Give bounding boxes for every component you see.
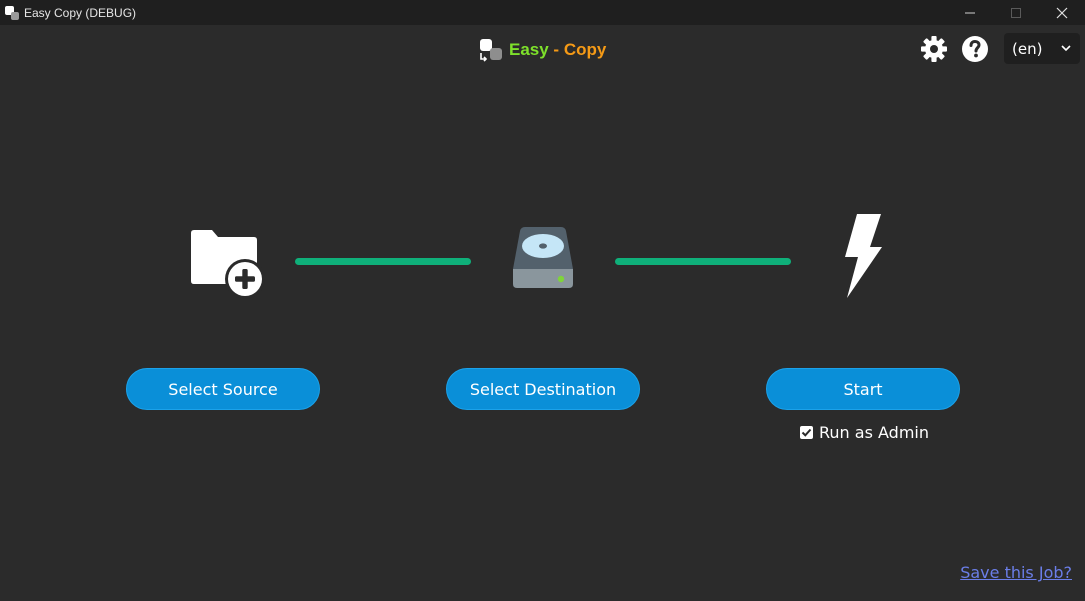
app-icon xyxy=(4,5,20,21)
language-value: (en) xyxy=(1012,39,1043,58)
maximize-button[interactable] xyxy=(993,0,1039,25)
help-icon xyxy=(962,36,988,62)
run-as-admin-checkbox[interactable] xyxy=(800,426,813,439)
select-destination-button[interactable]: Select Destination xyxy=(446,368,640,410)
hard-drive-icon xyxy=(513,227,573,288)
brand-logo: Easy - Copy xyxy=(477,36,606,64)
destination-step xyxy=(512,227,574,293)
minimize-button[interactable] xyxy=(947,0,993,25)
source-step xyxy=(188,229,266,305)
brand-separator: - xyxy=(548,40,564,59)
title-bar: Easy Copy (DEBUG) xyxy=(0,0,1085,25)
start-button[interactable]: Start xyxy=(766,368,960,410)
source-destination-connector xyxy=(295,258,471,265)
folder-add-icon xyxy=(191,230,265,299)
window-title: Easy Copy (DEBUG) xyxy=(24,5,137,20)
brand-easy-text: Easy xyxy=(509,40,549,59)
language-select[interactable]: (en) xyxy=(1004,33,1080,64)
destination-start-connector xyxy=(615,258,791,265)
copy-logo-icon xyxy=(480,39,502,62)
maximize-icon xyxy=(1011,7,1021,18)
chevron-down-icon xyxy=(1061,45,1071,52)
help-button[interactable] xyxy=(961,35,989,63)
run-as-admin-option[interactable]: Run as Admin xyxy=(800,423,929,442)
select-source-button[interactable]: Select Source xyxy=(126,368,320,410)
save-job-link[interactable]: Save this Job? xyxy=(960,563,1072,582)
settings-button[interactable] xyxy=(920,35,948,63)
close-icon xyxy=(1056,7,1068,18)
run-as-admin-label: Run as Admin xyxy=(819,423,929,442)
checkmark-icon xyxy=(801,428,812,437)
lightning-bolt-icon xyxy=(845,214,882,298)
brand-copy-text: Copy xyxy=(563,40,607,59)
app-window: Easy Copy (DEBUG) Easy - Copy (en) Selec… xyxy=(0,0,1085,601)
window-controls xyxy=(947,0,1085,25)
gear-icon xyxy=(921,36,947,62)
start-step xyxy=(842,213,884,303)
minimize-icon xyxy=(965,12,975,13)
close-button[interactable] xyxy=(1039,0,1085,25)
